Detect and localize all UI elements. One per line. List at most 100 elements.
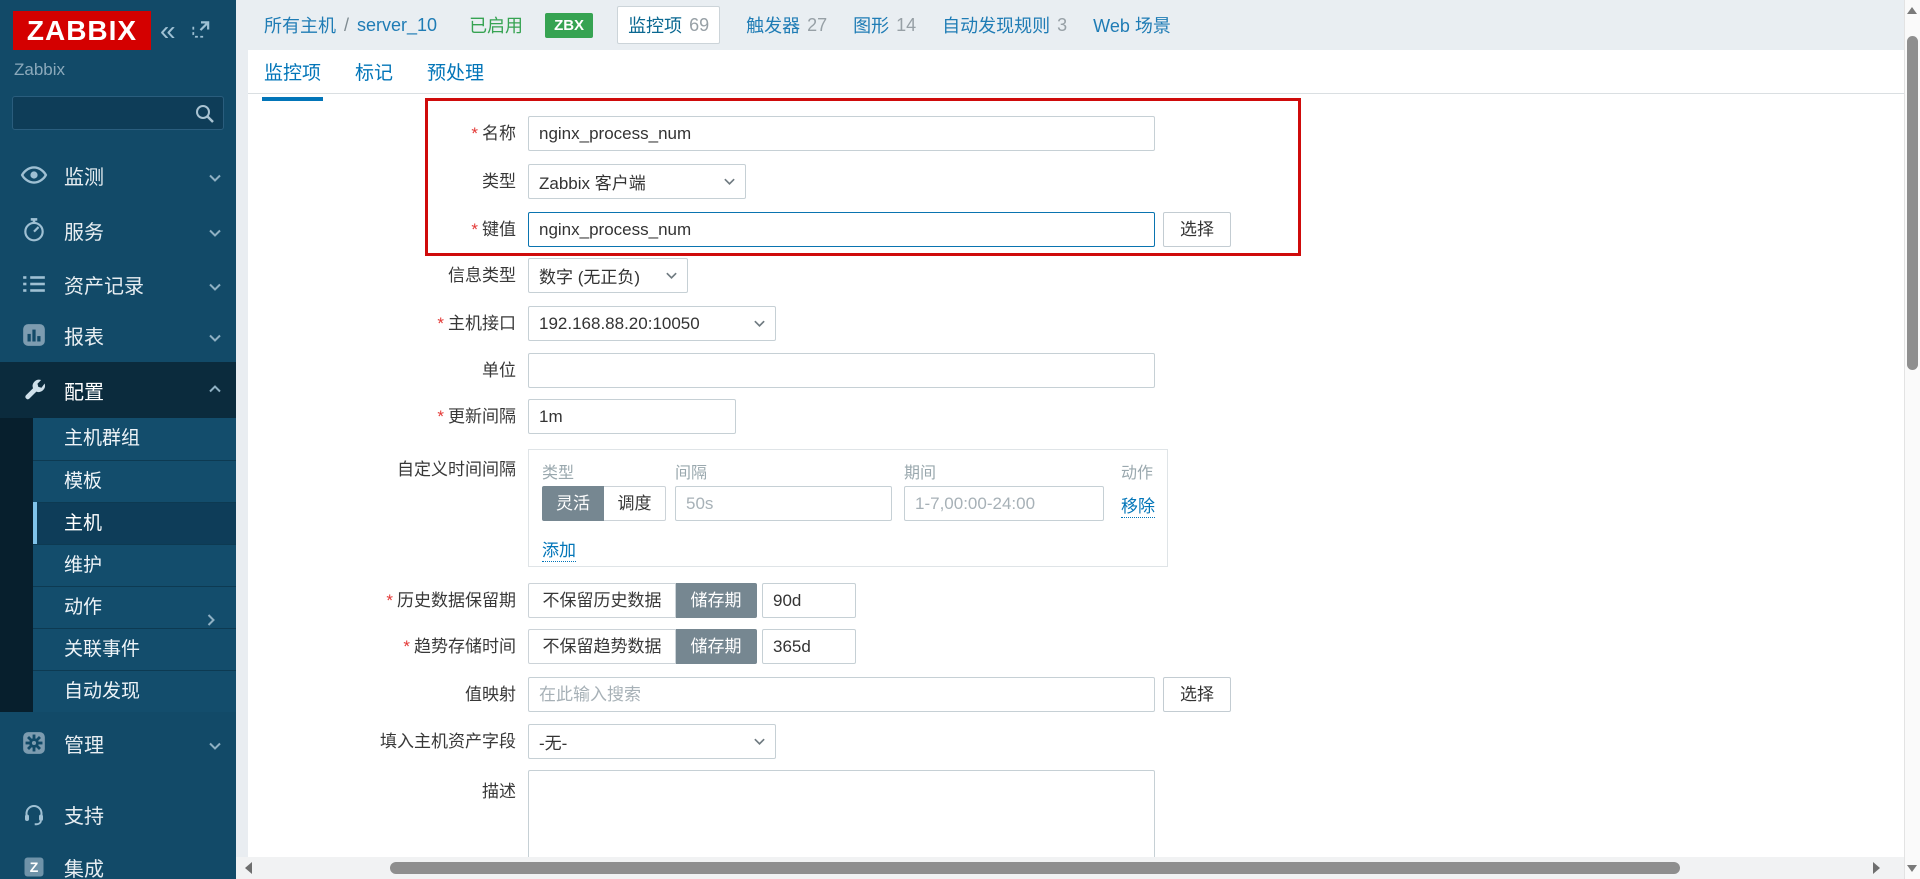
- trends-value-input[interactable]: [762, 629, 856, 664]
- collapse-sidebar-icon[interactable]: «: [160, 16, 176, 46]
- sidebar-search-input[interactable]: [12, 96, 224, 130]
- svg-text:Z: Z: [30, 859, 39, 875]
- stopwatch-icon: [20, 216, 48, 244]
- type-select[interactable]: Zabbix 客户端: [528, 164, 746, 199]
- period-input[interactable]: [904, 486, 1104, 521]
- scheduling-button[interactable]: 调度: [604, 486, 666, 521]
- key-select-button[interactable]: 选择: [1163, 212, 1231, 247]
- submenu-maintenance[interactable]: 维护: [33, 544, 236, 586]
- eye-icon: [20, 161, 48, 189]
- trends-label: *趋势存储时间: [248, 629, 516, 664]
- sidebar-item-services[interactable]: 服务: [0, 208, 236, 252]
- value-map-input[interactable]: [528, 677, 1155, 712]
- item-form-card: 监控项 标记 预处理 *名称 类型 Zabbix 客户端 *键值 选择 信息类型…: [248, 50, 1904, 879]
- scroll-down-arrow[interactable]: [1907, 865, 1917, 872]
- tab-preprocessing[interactable]: 预处理: [425, 56, 486, 101]
- history-value-input[interactable]: [762, 583, 856, 618]
- sidebar-item-administration[interactable]: 管理: [0, 721, 236, 765]
- form-tabs: 监控项 标记 预处理: [262, 56, 486, 101]
- history-toggle: 不保留历史数据 储存期: [528, 583, 757, 618]
- chevron-down-icon: [208, 736, 222, 759]
- history-storage-button[interactable]: 储存期: [676, 583, 757, 618]
- zabbix-logo[interactable]: ZABBIX: [13, 11, 151, 50]
- breadcrumb-bar: 所有主机 / server_10 已启用 ZBX 监控项 69 触发器 27 图…: [236, 0, 1904, 50]
- sidebar-item-configuration[interactable]: 配置: [0, 362, 236, 418]
- col-interval: 间隔: [675, 459, 707, 483]
- chevron-up-icon: [208, 379, 222, 402]
- inventory-select[interactable]: -无-: [528, 724, 776, 759]
- chevron-down-icon: [665, 269, 678, 282]
- submenu-actions[interactable]: 动作: [33, 586, 236, 628]
- vertical-scroll-thumb[interactable]: [1907, 36, 1918, 370]
- scroll-up-arrow[interactable]: [1907, 7, 1917, 14]
- horizontal-scroll-thumb[interactable]: [390, 862, 1680, 874]
- z-badge-icon: Z: [20, 853, 48, 879]
- tab-separator: [248, 93, 1904, 94]
- nav-triggers[interactable]: 触发器 27: [746, 12, 827, 38]
- search-icon: [193, 102, 217, 126]
- nav-items[interactable]: 监控项 69: [617, 6, 720, 44]
- remove-link[interactable]: 移除: [1121, 492, 1155, 518]
- flexible-button[interactable]: 灵活: [542, 486, 604, 521]
- tab-item[interactable]: 监控项: [262, 56, 323, 101]
- configuration-submenu: 主机群组 模板 主机 维护 动作 关联事件 自动发现: [0, 418, 236, 712]
- scroll-left-arrow[interactable]: [245, 862, 252, 874]
- submenu-event-correlation[interactable]: 关联事件: [33, 628, 236, 670]
- sidebar-item-reports[interactable]: 报表: [0, 313, 236, 357]
- headset-icon: [20, 800, 48, 828]
- interval-type-toggle: 灵活 调度: [542, 486, 666, 521]
- type-label: 类型: [248, 164, 516, 199]
- chevron-down-icon: [208, 168, 222, 191]
- submenu-host-groups[interactable]: 主机群组: [33, 418, 236, 460]
- name-label: *名称: [248, 116, 516, 151]
- nav-graphs[interactable]: 图形 14: [853, 12, 916, 38]
- key-input[interactable]: [528, 212, 1155, 247]
- breadcrumb-separator: /: [344, 15, 349, 36]
- name-input[interactable]: [528, 116, 1155, 151]
- sidebar-item-monitoring[interactable]: 监测: [0, 153, 236, 197]
- triggers-count: 27: [807, 15, 827, 36]
- breadcrumb-all-hosts[interactable]: 所有主机: [264, 12, 336, 38]
- scroll-right-arrow[interactable]: [1873, 862, 1880, 874]
- chevron-down-icon: [753, 735, 766, 748]
- required-asterisk: *: [437, 314, 444, 333]
- chevron-down-icon: [208, 328, 222, 351]
- value-map-label: 值映射: [248, 677, 516, 712]
- sidebar-item-support[interactable]: 支持: [0, 793, 236, 835]
- description-textarea[interactable]: [528, 770, 1155, 870]
- trends-storage-button[interactable]: 储存期: [676, 629, 757, 664]
- chevron-down-icon: [208, 277, 222, 300]
- chevron-down-icon: [723, 175, 736, 188]
- submenu-templates[interactable]: 模板: [33, 460, 236, 502]
- update-interval-input[interactable]: [528, 399, 736, 434]
- value-map-select-button[interactable]: 选择: [1163, 677, 1231, 712]
- info-type-select[interactable]: 数字 (无正负): [528, 258, 688, 293]
- trends-off-button[interactable]: 不保留趋势数据: [528, 629, 676, 664]
- zbx-agent-badge: ZBX: [545, 13, 593, 38]
- sidebar-item-inventory[interactable]: 资产记录: [0, 262, 236, 306]
- tab-tags[interactable]: 标记: [353, 56, 395, 101]
- host-interface-select[interactable]: 192.168.88.20:10050: [528, 306, 776, 341]
- vertical-scrollbar[interactable]: [1904, 0, 1920, 879]
- col-action: 动作: [1121, 459, 1153, 483]
- required-asterisk: *: [403, 637, 410, 656]
- submenu-discovery[interactable]: 自动发现: [33, 670, 236, 712]
- units-input[interactable]: [528, 353, 1155, 388]
- description-label: 描述: [248, 774, 516, 809]
- expand-fullscreen-icon[interactable]: [190, 18, 212, 45]
- required-asterisk: *: [471, 124, 478, 143]
- entity-nav: 监控项 69 触发器 27 图形 14 自动发现规则 3 Web 场景: [617, 6, 1178, 44]
- interval-input[interactable]: [675, 486, 892, 521]
- sidebar-item-integrations[interactable]: Z 集成: [0, 846, 236, 879]
- horizontal-scrollbar[interactable]: [236, 857, 1904, 879]
- col-type: 类型: [542, 459, 574, 483]
- required-asterisk: *: [471, 220, 478, 239]
- submenu-hosts[interactable]: 主机: [33, 502, 236, 544]
- nav-web-scenarios[interactable]: Web 场景: [1093, 12, 1178, 38]
- breadcrumb-host[interactable]: server_10: [357, 15, 437, 36]
- history-off-button[interactable]: 不保留历史数据: [528, 583, 676, 618]
- add-link[interactable]: 添加: [542, 536, 576, 562]
- history-label: *历史数据保留期: [248, 583, 516, 618]
- nav-discovery-rules[interactable]: 自动发现规则 3: [942, 12, 1067, 38]
- inventory-label: 填入主机资产字段: [248, 724, 516, 759]
